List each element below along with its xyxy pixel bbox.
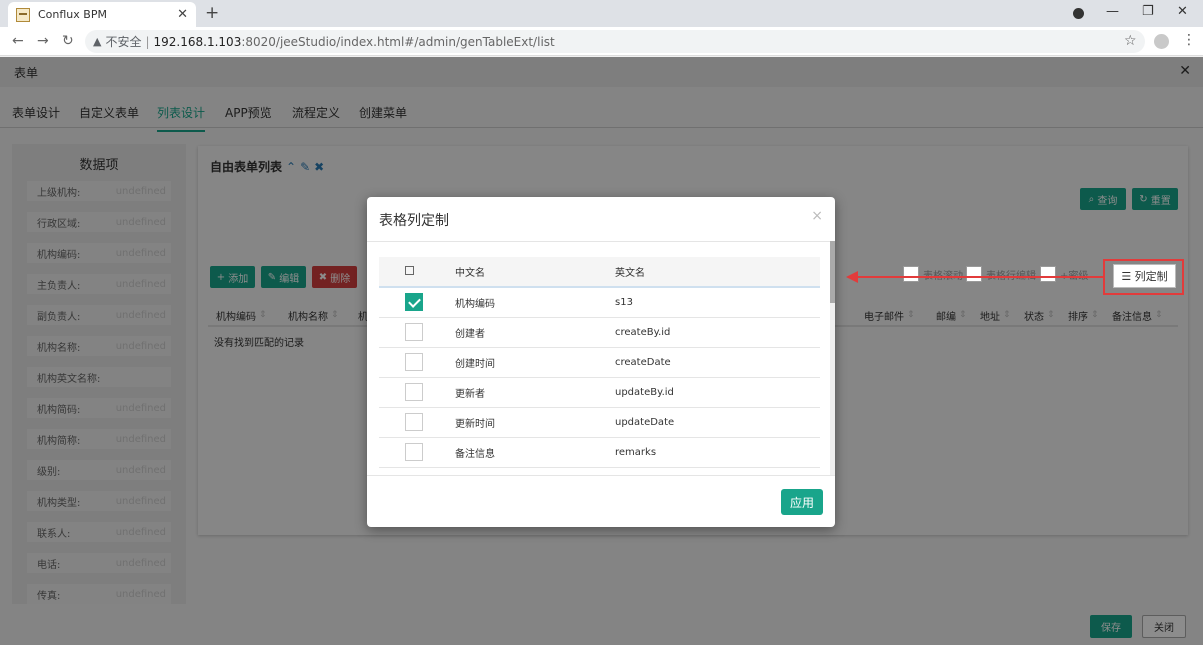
restore-icon[interactable]: ❐: [1142, 4, 1154, 19]
warning-icon: ▲: [93, 35, 102, 48]
back-icon[interactable]: ←: [12, 33, 24, 49]
browser-tab-bar: Conflux BPM ✕ + — ❐ ✕: [0, 0, 1203, 27]
forward-icon[interactable]: →: [37, 33, 49, 49]
modal-scrollbar[interactable]: [830, 241, 835, 475]
column-customize-modal: 表格列定制 × 中文名 英文名 机构编码 s13 创建者 createBy.id…: [367, 197, 835, 527]
browser-tab[interactable]: Conflux BPM ✕: [8, 2, 196, 27]
bookmark-star-icon[interactable]: ☆: [1124, 33, 1137, 49]
row-checkbox[interactable]: [405, 323, 423, 341]
url-input[interactable]: ▲ 不安全 | 192.168.1.103 :8020/jeeStudio/in…: [85, 30, 1145, 53]
table-row[interactable]: 机构编码 s13: [379, 287, 820, 318]
account-icon[interactable]: [1154, 34, 1169, 49]
table-row[interactable]: 创建者 createBy.id: [379, 317, 820, 348]
row-edit-toggle[interactable]: 表格行编辑: [966, 266, 1036, 282]
modal-title: 表格列定制: [379, 213, 449, 229]
reload-icon[interactable]: ↻: [62, 33, 74, 49]
divider: [367, 475, 835, 476]
table-row[interactable]: 创建时间 createDate: [379, 347, 820, 378]
new-tab-icon[interactable]: +: [205, 3, 219, 23]
annotation-arrow-head: [846, 271, 858, 283]
table-header-row: 中文名 英文名: [379, 257, 820, 288]
annotation-highlight-box: [1103, 259, 1184, 295]
url-separator: |: [145, 34, 150, 49]
modal-close-icon[interactable]: ×: [811, 208, 823, 224]
security-level-toggle[interactable]: +密级: [1040, 266, 1088, 282]
browser-menu-icon[interactable]: ⋮: [1182, 32, 1196, 48]
modal-body: 中文名 英文名 机构编码 s13 创建者 createBy.id 创建时间 cr…: [379, 257, 820, 473]
browser-tab-title: Conflux BPM: [38, 8, 107, 21]
column-table: 中文名 英文名 机构编码 s13 创建者 createBy.id 创建时间 cr…: [379, 257, 820, 468]
cn-name-header: 中文名: [449, 257, 609, 288]
row-checkbox[interactable]: [405, 293, 423, 312]
minimize-icon[interactable]: —: [1106, 4, 1119, 19]
row-checkbox[interactable]: [405, 383, 423, 401]
window-close-icon[interactable]: ✕: [1177, 4, 1188, 19]
url-path: :8020/jeeStudio/index.html#/admin/genTab…: [241, 34, 555, 49]
table-row[interactable]: 备注信息 remarks: [379, 437, 820, 468]
address-bar: ← → ↻ ▲ 不安全 | 192.168.1.103 :8020/jeeStu…: [0, 27, 1203, 56]
table-row[interactable]: 更新者 updateBy.id: [379, 377, 820, 408]
checkbox: [1040, 266, 1056, 282]
checkbox: [966, 266, 982, 282]
insecure-label: 不安全: [105, 35, 142, 49]
table-scroll-toggle[interactable]: 表格滚动: [903, 266, 963, 282]
table-row[interactable]: 更新时间 updateDate: [379, 407, 820, 438]
apply-button[interactable]: 应用: [781, 489, 823, 515]
row-checkbox[interactable]: [405, 413, 423, 431]
row-checkbox[interactable]: [405, 443, 423, 461]
profile-icon[interactable]: [1073, 8, 1084, 19]
divider: [367, 241, 835, 242]
app-favicon-icon: [16, 7, 30, 22]
select-all-checkbox[interactable]: [405, 265, 414, 275]
row-checkbox[interactable]: [405, 353, 423, 371]
close-icon[interactable]: ✕: [177, 7, 188, 22]
checkbox: [903, 266, 919, 282]
en-name-header: 英文名: [609, 257, 820, 288]
scrollbar-thumb[interactable]: [830, 241, 835, 303]
annotation-arrow: [856, 276, 1104, 278]
url-host: 192.168.1.103: [153, 34, 242, 49]
